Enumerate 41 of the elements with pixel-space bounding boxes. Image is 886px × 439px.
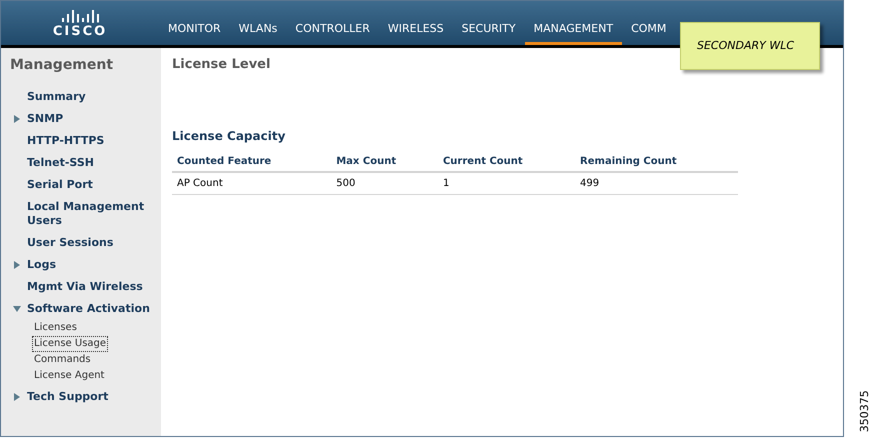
table-cell: 499 xyxy=(575,172,738,194)
sidebar-item[interactable]: User Sessions xyxy=(27,236,114,250)
nav-tab[interactable]: MANAGEMENT xyxy=(524,20,622,45)
nav-tab[interactable]: CONTROLLER xyxy=(286,20,379,45)
figure-number: 350375 xyxy=(856,390,872,432)
column-header: Remaining Count xyxy=(575,152,738,172)
sidebar-item[interactable]: Software Activation xyxy=(27,302,150,316)
column-header: Counted Feature xyxy=(172,152,332,172)
caret-down-icon[interactable] xyxy=(13,305,21,313)
sidebar-title: Management xyxy=(9,56,114,75)
sidebar-subitem[interactable]: License Agent xyxy=(32,368,106,384)
sidebar-item[interactable]: Local Management Users xyxy=(27,200,157,228)
sidebar-item[interactable]: HTTP-HTTPS xyxy=(27,134,104,148)
nav-tab[interactable]: WLANs xyxy=(230,20,286,45)
sidebar-item[interactable]: SNMP xyxy=(27,112,64,126)
caret-right-icon[interactable] xyxy=(13,261,21,269)
sidebar-item[interactable]: Mgmt Via Wireless xyxy=(27,280,143,294)
caret-right-icon[interactable] xyxy=(13,115,21,123)
note-text: SECONDARY WLC xyxy=(697,38,794,54)
caret-right-icon[interactable] xyxy=(13,393,21,401)
sidebar-subitem[interactable]: Licenses xyxy=(32,320,79,336)
sidebar-item[interactable]: Tech Support xyxy=(27,390,108,404)
page-title: License Level xyxy=(172,56,272,74)
sidebar-item[interactable]: Summary xyxy=(27,90,86,104)
nav-tab[interactable]: COMM xyxy=(622,20,676,45)
sidebar-item[interactable]: Logs xyxy=(27,258,56,272)
logo-text: CISCO xyxy=(52,24,108,38)
nav-tab[interactable]: MONITOR xyxy=(159,20,230,45)
column-header: Current Count xyxy=(438,152,576,172)
table-cell: 500 xyxy=(331,172,438,194)
nav-tab[interactable]: SECURITY xyxy=(452,20,525,45)
sidebar-subitem[interactable]: License Usage xyxy=(32,336,108,352)
sidebar-item[interactable]: Serial Port xyxy=(27,178,93,192)
table-cell: 1 xyxy=(438,172,576,194)
sidebar-item[interactable]: Telnet-SSH xyxy=(27,156,94,170)
nav-tab[interactable]: WIRELESS xyxy=(378,20,453,45)
logo-bars-icon xyxy=(61,8,99,22)
table-cell: AP Count xyxy=(172,172,332,194)
column-header: Max Count xyxy=(331,152,438,172)
section-title: License Capacity xyxy=(172,128,286,144)
sidebar-subitem[interactable]: Commands xyxy=(32,352,93,368)
